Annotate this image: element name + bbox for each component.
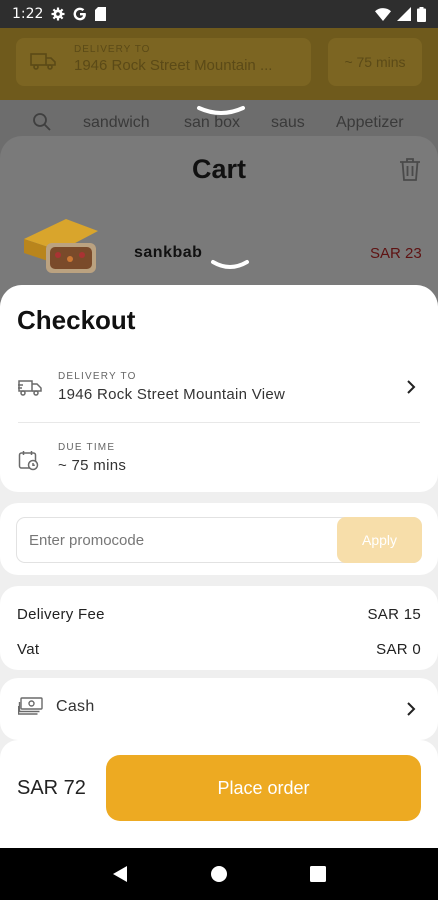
cart-item-image bbox=[20, 215, 100, 279]
vat-label: Vat bbox=[17, 641, 40, 658]
due-time-value: ~ 75 mins bbox=[58, 457, 127, 474]
drag-handle-icon[interactable] bbox=[196, 104, 246, 123]
checkout-sheet: Checkout DELIVERY TO 1946 Rock Street Mo… bbox=[0, 285, 438, 848]
payment-method-label: Cash bbox=[56, 698, 95, 715]
background-delivery-label: DELIVERY TO bbox=[74, 44, 151, 55]
fees-card: Delivery Fee SAR 15 Vat SAR 0 bbox=[0, 586, 438, 670]
apply-button[interactable]: Apply bbox=[337, 517, 422, 563]
cart-item-price: SAR 23 bbox=[370, 245, 422, 262]
settings-gear-icon bbox=[51, 7, 65, 21]
payment-method-row[interactable]: Cash bbox=[0, 678, 438, 740]
place-order-button[interactable]: Place order bbox=[106, 755, 421, 821]
drag-handle-icon[interactable] bbox=[210, 258, 250, 277]
delivery-to-label: DELIVERY TO bbox=[58, 371, 137, 382]
status-bar: 1:22 bbox=[0, 0, 438, 28]
cash-icon bbox=[17, 697, 44, 722]
battery-icon bbox=[417, 6, 426, 22]
checkout-title: Checkout bbox=[17, 305, 136, 335]
due-time-row: DUE TIME ~ 75 mins bbox=[0, 440, 438, 480]
cart-title: Cart bbox=[191, 154, 246, 184]
delivery-address: 1946 Rock Street Mountain View bbox=[58, 386, 286, 403]
delivery-fee-label: Delivery Fee bbox=[17, 606, 105, 623]
sim-card-icon bbox=[95, 7, 107, 21]
vat-value: SAR 0 bbox=[376, 641, 421, 658]
calendar-clock-icon bbox=[18, 450, 40, 477]
trash-icon[interactable] bbox=[399, 157, 421, 187]
divider bbox=[18, 422, 420, 423]
checkout-info-card: Checkout DELIVERY TO 1946 Rock Street Mo… bbox=[0, 285, 438, 492]
wifi-icon bbox=[375, 7, 391, 21]
category-sandwich: sandwich bbox=[83, 114, 150, 131]
status-time: 1:22 bbox=[12, 6, 44, 22]
due-time-label: DUE TIME bbox=[58, 442, 116, 453]
chevron-right-icon bbox=[406, 701, 416, 722]
promo-card: Apply bbox=[0, 503, 438, 575]
home-icon[interactable] bbox=[199, 854, 239, 894]
truck-icon bbox=[30, 52, 56, 75]
vat-row: Vat SAR 0 bbox=[17, 641, 421, 658]
category-appetizer: Appetizer bbox=[336, 114, 404, 131]
signal-icon bbox=[397, 7, 411, 21]
category-saus: saus bbox=[271, 114, 305, 131]
chevron-right-icon bbox=[406, 379, 416, 400]
delivery-address-row[interactable]: DELIVERY TO 1946 Rock Street Mountain Vi… bbox=[0, 369, 438, 409]
truck-icon bbox=[18, 379, 42, 402]
order-total: SAR 72 bbox=[17, 777, 86, 799]
cart-item-name: sankbab bbox=[134, 244, 203, 261]
delivery-fee-row: Delivery Fee SAR 15 bbox=[17, 606, 421, 623]
search-icon bbox=[32, 112, 52, 137]
background-delivery-address: 1946 Rock Street Mountain ... bbox=[74, 57, 273, 74]
background-delivery-time: ~ 75 mins bbox=[328, 38, 422, 86]
google-icon bbox=[73, 7, 87, 21]
navigation-bar bbox=[0, 848, 438, 900]
background-delivery-box: DELIVERY TO 1946 Rock Street Mountain ..… bbox=[16, 38, 311, 86]
recents-icon[interactable] bbox=[298, 854, 338, 894]
back-icon[interactable] bbox=[100, 854, 140, 894]
delivery-fee-value: SAR 15 bbox=[367, 606, 421, 623]
